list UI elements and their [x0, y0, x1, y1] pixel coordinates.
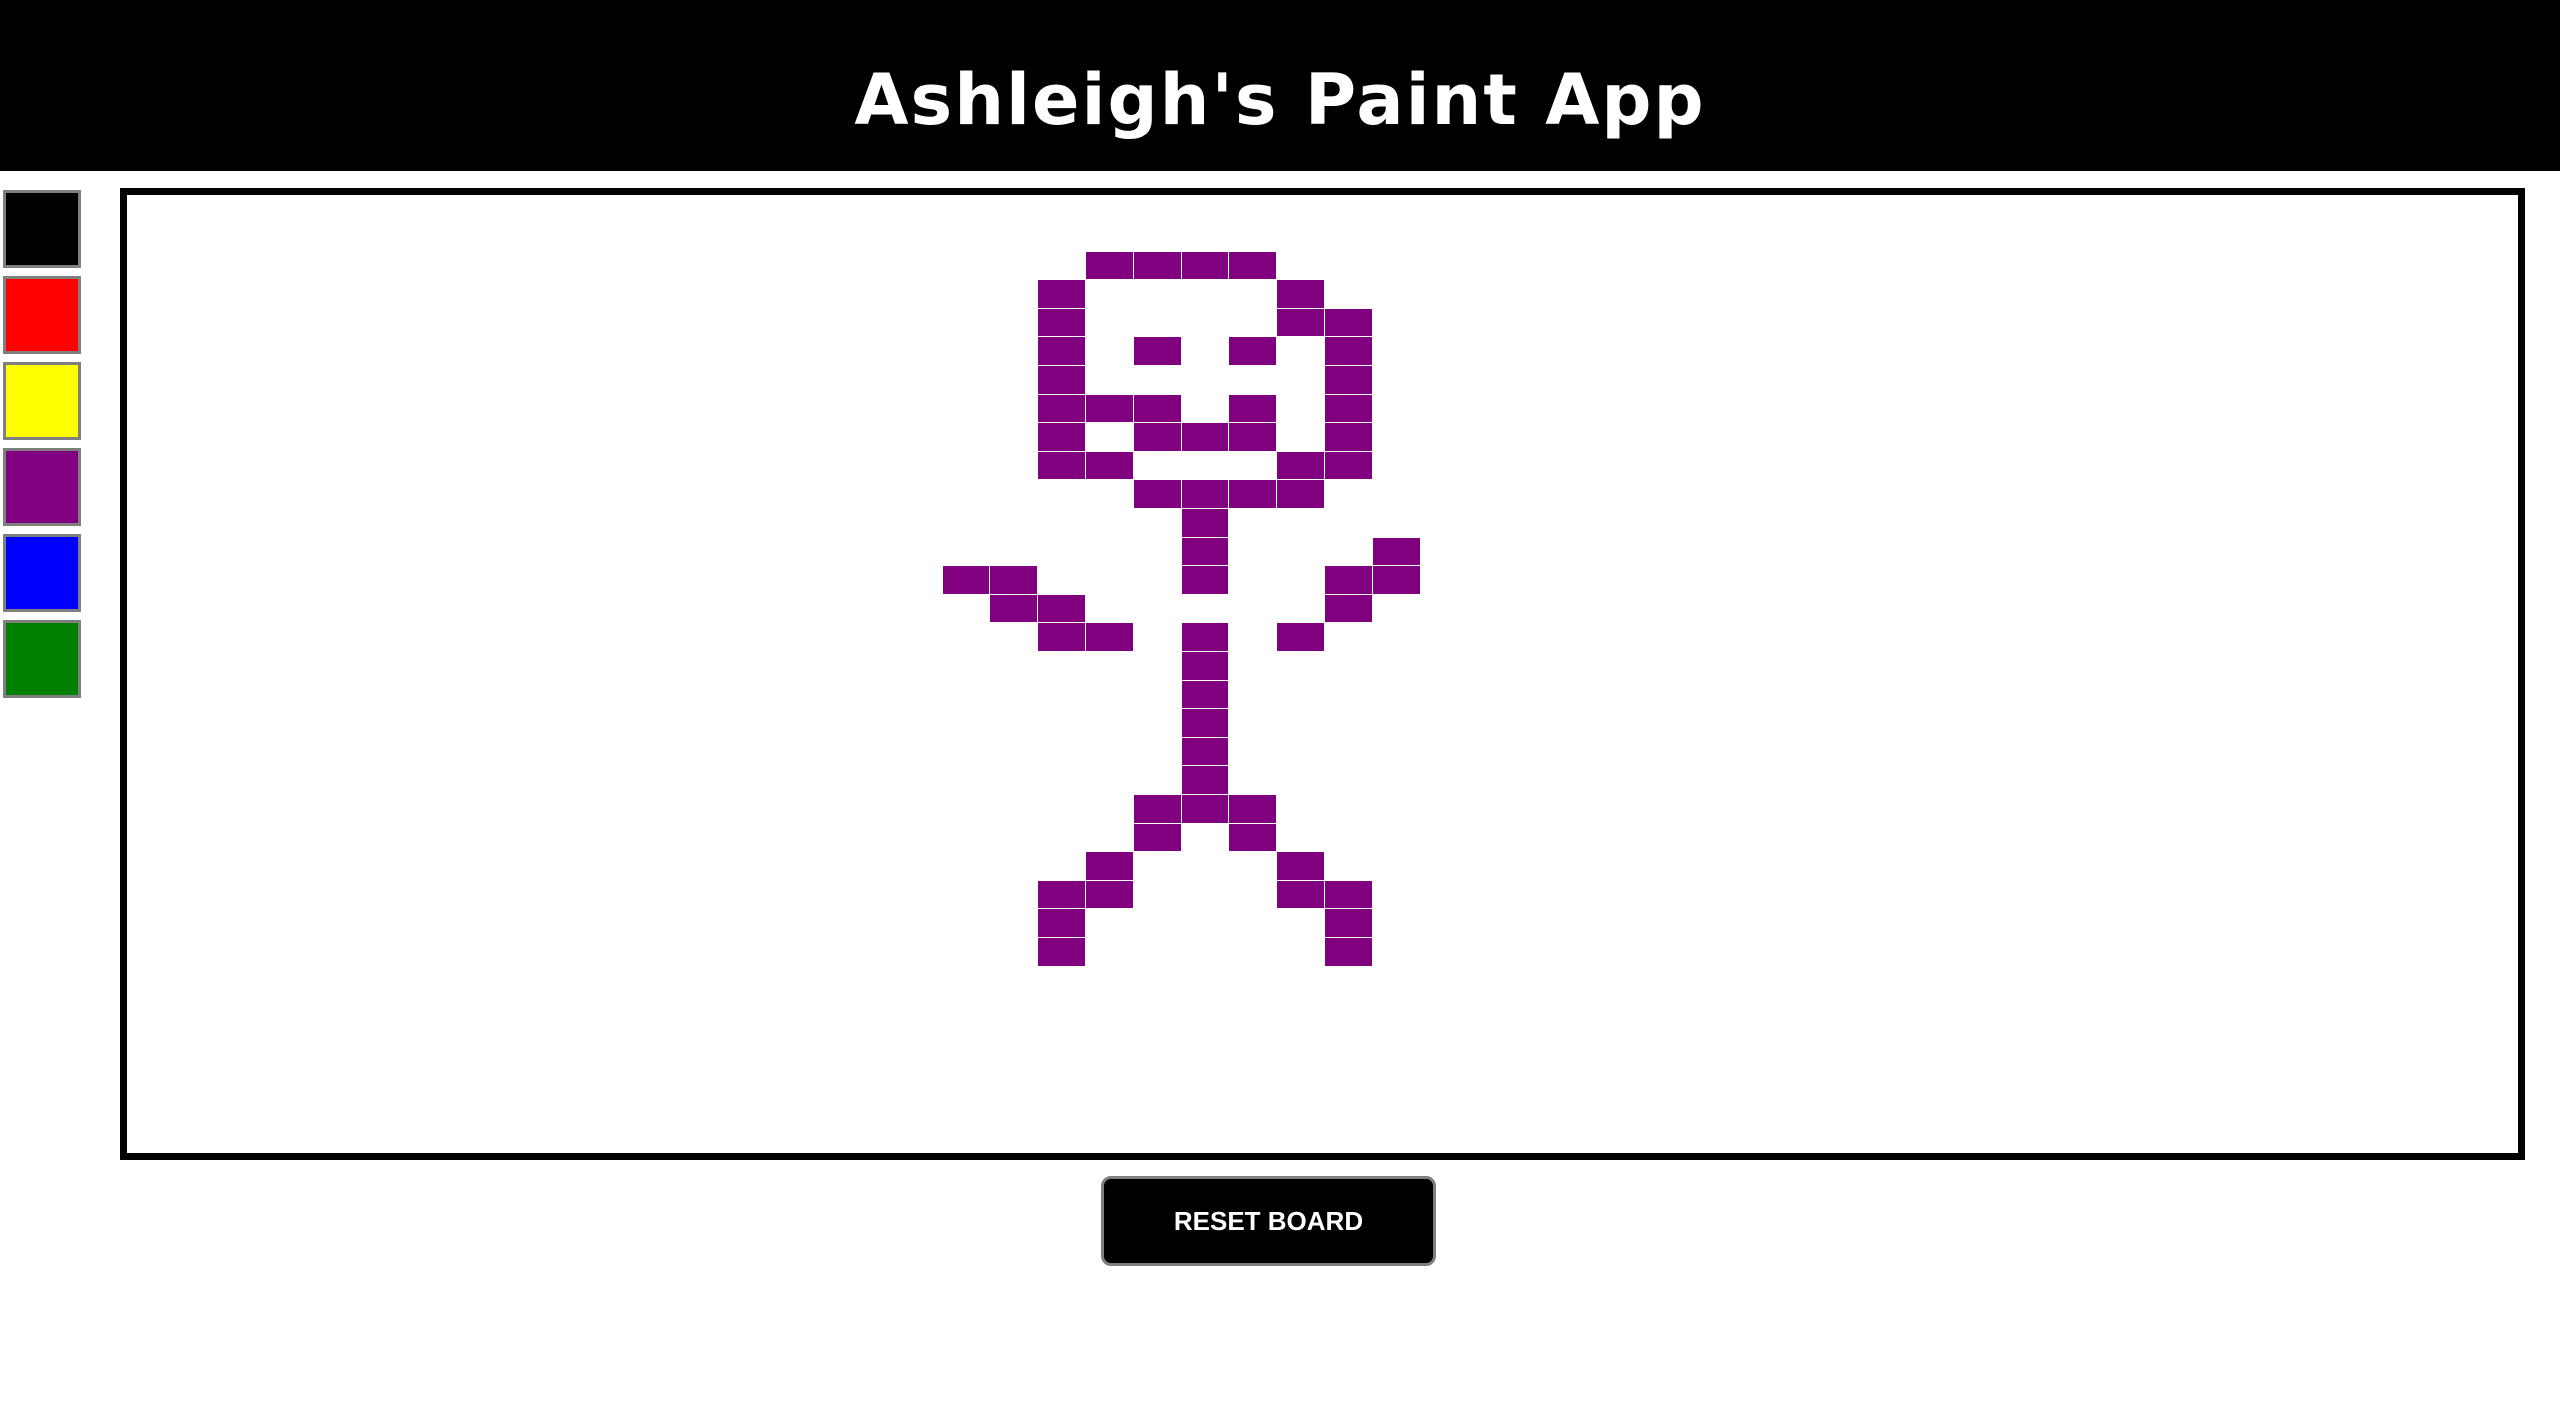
paint-grid[interactable] — [127, 195, 2518, 1153]
painted-cell[interactable] — [1325, 909, 1372, 937]
app-header: Ashleigh's Paint App — [0, 0, 2560, 171]
painted-cell[interactable] — [1086, 451, 1133, 480]
painted-cell[interactable] — [1038, 938, 1085, 966]
painted-cell[interactable] — [1038, 394, 1085, 423]
color-palette — [3, 190, 81, 706]
color-swatch-red[interactable] — [3, 276, 81, 354]
painted-cell[interactable] — [1325, 423, 1372, 451]
painted-cell[interactable] — [1229, 423, 1277, 451]
painted-cell[interactable] — [1181, 537, 1229, 566]
painted-cell[interactable] — [1181, 652, 1229, 680]
painted-cell[interactable] — [1133, 337, 1181, 365]
painted-cell[interactable] — [1181, 766, 1229, 794]
painted-cell[interactable] — [1133, 823, 1181, 852]
paint-board[interactable] — [120, 188, 2525, 1160]
painted-cell[interactable] — [1229, 795, 1277, 823]
painted-cell[interactable] — [1325, 394, 1372, 423]
painted-cell[interactable] — [1038, 337, 1085, 365]
painted-cell[interactable] — [1086, 880, 1133, 909]
painted-cell[interactable] — [1325, 308, 1372, 337]
reset-board-button[interactable]: RESET BOARD — [1101, 1176, 1436, 1266]
painted-cell[interactable] — [1181, 251, 1229, 280]
painted-cell[interactable] — [1133, 251, 1181, 280]
painted-cell[interactable] — [1277, 308, 1324, 337]
painted-cell[interactable] — [1181, 566, 1229, 594]
painted-cell[interactable] — [1038, 909, 1085, 937]
painted-cell[interactable] — [1325, 451, 1372, 480]
color-swatch-green[interactable] — [3, 620, 81, 698]
painted-cell[interactable] — [1277, 852, 1324, 880]
color-swatch-black[interactable] — [3, 190, 81, 268]
app-title: Ashleigh's Paint App — [854, 59, 1706, 141]
painted-cell[interactable] — [1181, 795, 1229, 823]
painted-cell[interactable] — [1133, 423, 1181, 451]
painted-cell[interactable] — [1038, 366, 1085, 394]
painted-cell[interactable] — [990, 566, 1038, 594]
painted-cell[interactable] — [1038, 280, 1085, 308]
painted-cell[interactable] — [1325, 594, 1372, 623]
painted-cell[interactable] — [1325, 366, 1372, 394]
color-swatch-yellow[interactable] — [3, 362, 81, 440]
painted-cell[interactable] — [1372, 566, 1420, 594]
color-swatch-purple[interactable] — [3, 448, 81, 526]
painted-cell[interactable] — [1277, 880, 1324, 909]
painted-cell[interactable] — [1325, 566, 1372, 594]
painted-cell[interactable] — [942, 566, 990, 594]
painted-cell[interactable] — [1086, 394, 1133, 423]
painted-cell[interactable] — [1372, 537, 1420, 566]
painted-cell[interactable] — [1181, 423, 1229, 451]
painted-cell[interactable] — [1181, 680, 1229, 709]
painted-cell[interactable] — [1277, 280, 1324, 308]
painted-cell[interactable] — [1038, 451, 1085, 480]
painted-cell[interactable] — [1038, 623, 1085, 651]
painted-cell[interactable] — [1277, 623, 1324, 651]
painted-cell[interactable] — [1229, 480, 1277, 508]
painted-cell[interactable] — [1277, 451, 1324, 480]
painted-cell[interactable] — [1229, 823, 1277, 852]
painted-cell[interactable] — [990, 594, 1038, 623]
painted-cell[interactable] — [1181, 480, 1229, 508]
painted-cell[interactable] — [1038, 423, 1085, 451]
painted-cell[interactable] — [1229, 251, 1277, 280]
painted-cell[interactable] — [1181, 623, 1229, 651]
painted-cell[interactable] — [1133, 394, 1181, 423]
color-swatch-blue[interactable] — [3, 534, 81, 612]
painted-cell[interactable] — [1038, 594, 1085, 623]
painted-cell[interactable] — [1229, 337, 1277, 365]
painted-cell[interactable] — [1086, 852, 1133, 880]
painted-cell[interactable] — [1086, 623, 1133, 651]
painted-cell[interactable] — [1325, 938, 1372, 966]
painted-cell[interactable] — [1133, 795, 1181, 823]
painted-cell[interactable] — [1229, 394, 1277, 423]
painted-cell[interactable] — [1133, 480, 1181, 508]
painted-cell[interactable] — [1181, 509, 1229, 537]
painted-cell[interactable] — [1038, 308, 1085, 337]
painted-cell[interactable] — [1325, 880, 1372, 909]
painted-cell[interactable] — [1181, 709, 1229, 737]
painted-cell[interactable] — [1038, 880, 1085, 909]
painted-cell[interactable] — [1325, 337, 1372, 365]
painted-cell[interactable] — [1181, 737, 1229, 766]
painted-cell[interactable] — [1086, 251, 1133, 280]
painted-cell[interactable] — [1277, 480, 1324, 508]
